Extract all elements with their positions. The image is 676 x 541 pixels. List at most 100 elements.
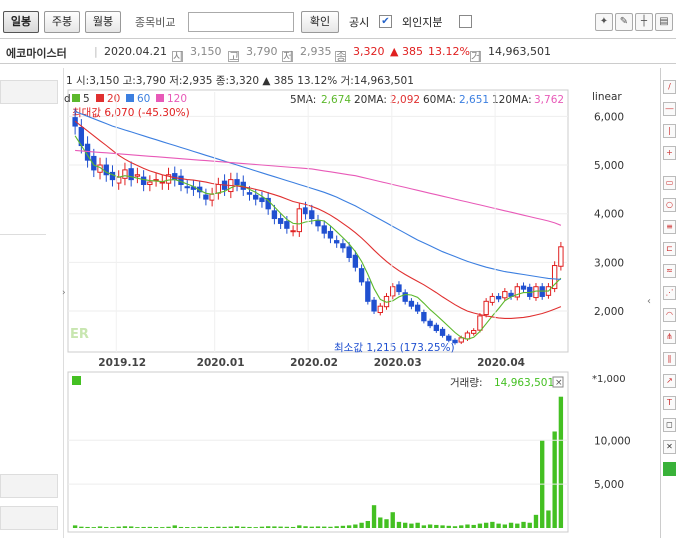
candle-body <box>533 286 539 299</box>
color-picker-icon[interactable] <box>663 462 676 476</box>
volume-bar <box>72 525 78 528</box>
candle-body <box>128 168 134 181</box>
foreign-checkbox[interactable] <box>459 15 472 28</box>
channel-tool-icon[interactable]: ⊏ <box>663 242 676 256</box>
candle-body <box>371 299 377 312</box>
candle-body <box>495 295 502 300</box>
volume-bar <box>241 526 246 528</box>
change-arrow: ▲ <box>390 45 399 58</box>
gann-tool-icon[interactable]: ≈ <box>663 264 676 278</box>
volume-bar <box>209 527 215 528</box>
candle-body <box>352 254 359 268</box>
legend-label-5: 5 <box>83 93 90 105</box>
volume-bar <box>552 431 557 528</box>
volume-bar <box>147 526 153 528</box>
high-price: 3,790 <box>246 45 278 58</box>
candle-body <box>209 193 215 201</box>
ma20-value: 2,092 <box>390 94 420 106</box>
volume-bar <box>253 527 258 528</box>
horizontal-line-tool-icon[interactable]: ― <box>663 102 676 116</box>
confirm-button[interactable]: 확인 <box>301 11 339 33</box>
candle-body <box>439 328 446 336</box>
volume-bar <box>128 526 134 528</box>
volume-bar <box>315 526 321 528</box>
legend-label-60: 60 <box>137 93 150 105</box>
tab-monthly[interactable]: 월봉 <box>85 11 121 33</box>
andrews-tool-icon[interactable]: ⋔ <box>663 330 676 344</box>
fan-tool-icon[interactable]: ⋰ <box>663 286 676 300</box>
volume-value-label: 14,963,501 <box>494 377 554 389</box>
chart-area[interactable]: 1 시:3,150 고:3,790 저:2,935 종:3,320 ▲ 385 … <box>64 68 660 538</box>
candle-body <box>296 208 302 233</box>
stock-name: 에코마이스터 <box>6 47 67 60</box>
volume-bar <box>515 523 520 528</box>
candle-body <box>109 171 116 181</box>
volume-bar <box>297 525 302 528</box>
fibonacci-tool-icon[interactable]: ≡ <box>663 220 676 234</box>
erase-tool-icon[interactable]: ◻ <box>663 418 676 432</box>
candle-body <box>253 194 259 200</box>
volume-bar <box>259 526 265 528</box>
rectangle-tool-icon[interactable]: ▭ <box>663 176 676 190</box>
volume-bar <box>415 522 420 528</box>
volume-bar <box>166 526 171 528</box>
candle-body <box>358 268 365 283</box>
legend-swatch-5 <box>72 94 80 102</box>
candle-body <box>184 186 190 189</box>
foreign-label: 외인지분 <box>402 16 443 29</box>
change-percent: 13.12% <box>428 45 470 58</box>
volume-bar <box>97 526 103 528</box>
price-tick-label: 6,000 <box>594 111 624 123</box>
settings-icon[interactable]: ▤ <box>655 13 673 31</box>
candle-body <box>558 246 564 267</box>
circle-tool-icon[interactable]: ○ <box>663 198 676 212</box>
candle-body <box>408 300 415 307</box>
candle-body <box>477 315 483 331</box>
tab-weekly[interactable]: 주봉 <box>44 11 80 33</box>
x-tick-label: 2020.03 <box>374 357 422 369</box>
cross-line-tool-icon[interactable]: + <box>663 146 676 160</box>
delete-tool-icon[interactable]: ✕ <box>663 440 676 454</box>
chart-toolbar: 일봉 주봉 월봉 종목비교 확인 공시 ✔ 외인지분 ✦ ✎ ┼ ▤ <box>0 0 676 36</box>
volume-bar <box>409 523 414 528</box>
vertical-line-tool-icon[interactable]: | <box>663 124 676 138</box>
candle-body <box>140 176 147 185</box>
ray-tool-icon[interactable]: ↗ <box>663 374 676 388</box>
left-panel-box <box>0 506 58 530</box>
notice-checkbox[interactable]: ✔ <box>379 15 392 28</box>
volume-bar <box>85 526 90 528</box>
candle-body <box>321 225 327 234</box>
candle-body <box>327 230 334 239</box>
trendline-tool-icon[interactable]: / <box>663 80 676 94</box>
text-tool-icon[interactable]: T <box>663 396 676 410</box>
ma5-value: 2,674 <box>321 94 351 106</box>
volume-bar <box>278 526 283 528</box>
price-tick-label: 3,000 <box>594 257 624 269</box>
volume-bar <box>502 524 508 528</box>
volume-bar <box>272 526 277 528</box>
price-tick-label: 4,000 <box>594 209 624 221</box>
compare-input[interactable] <box>188 12 294 32</box>
open-price: 3,150 <box>190 45 222 58</box>
arc-tool-icon[interactable]: ◠ <box>663 308 676 322</box>
bulb-icon[interactable]: ✦ <box>595 13 613 31</box>
volume-bar <box>421 525 427 528</box>
x-tick-label: 2020.04 <box>477 357 525 369</box>
stock-chart[interactable]: 1 시:3,150 고:3,790 저:2,935 종:3,320 ▲ 385 … <box>64 68 660 538</box>
candle-body <box>172 173 178 181</box>
volume-bar <box>440 525 445 528</box>
volume-bar <box>191 527 196 528</box>
volume-bar <box>135 527 140 528</box>
candle-body <box>234 179 240 185</box>
volume-bar <box>234 526 240 528</box>
watermark: ER <box>70 327 89 342</box>
volume-bar <box>309 526 314 528</box>
crosshair-icon[interactable]: ┼ <box>635 13 653 31</box>
candle-body <box>520 285 527 290</box>
pencil-icon[interactable]: ✎ <box>615 13 633 31</box>
ma120-label: 120MA: <box>492 94 532 106</box>
tab-daily[interactable]: 일봉 <box>3 11 39 33</box>
collapse-right-icon[interactable]: ‹ <box>647 296 651 307</box>
volume-bar <box>203 526 209 528</box>
parallel-tool-icon[interactable]: ∥ <box>663 352 676 366</box>
